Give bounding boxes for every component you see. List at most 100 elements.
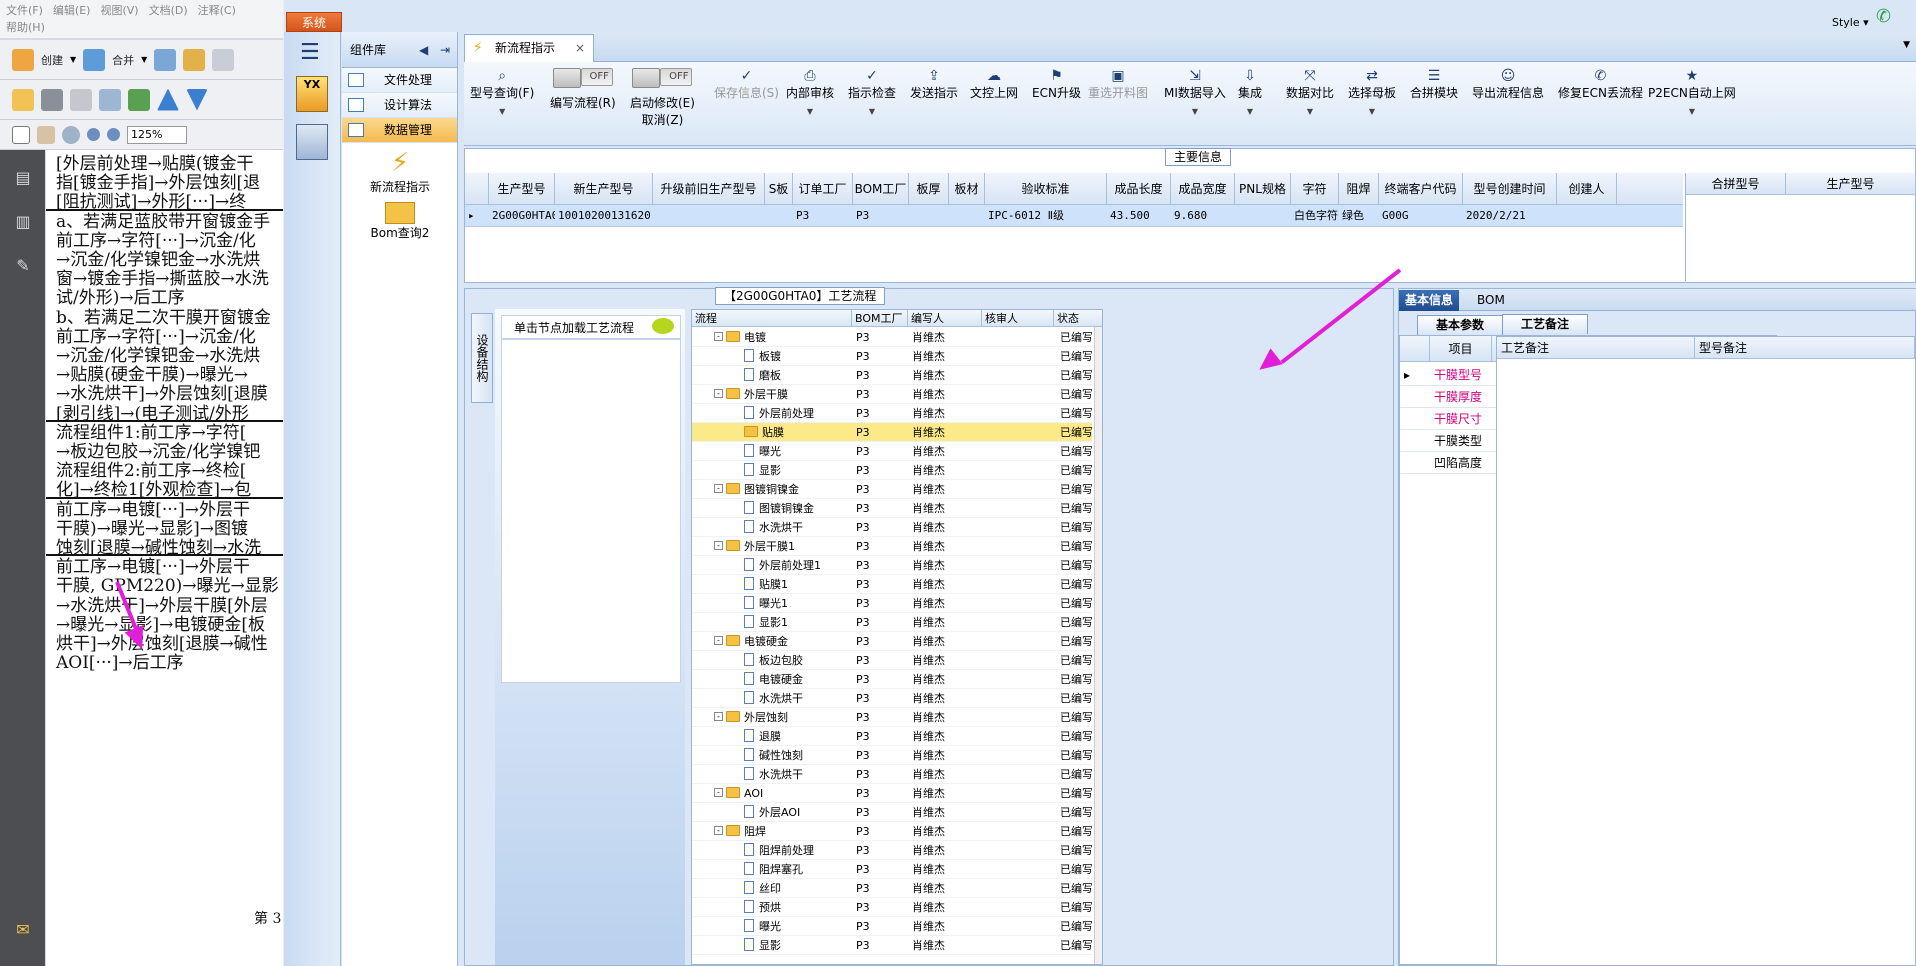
list-item[interactable]: 水洗烘干 P3 肖维杰 已编写 [692, 689, 1092, 708]
attachment-icon[interactable]: ✎ [13, 256, 33, 276]
list-item[interactable]: - 外层干膜 P3 肖维杰 已编写 [692, 385, 1092, 404]
zoom-in-icon[interactable] [107, 128, 120, 141]
lock-icon[interactable] [183, 48, 206, 71]
save-icon[interactable] [70, 88, 92, 111]
ribbon-button-12[interactable]: ⤧ 数据对比 ▼ [1286, 68, 1334, 116]
chevron-down-icon[interactable]: ▼ [470, 107, 534, 116]
tab-basic-info[interactable]: 基本信息 [1399, 290, 1460, 311]
ribbon-button-13[interactable]: ⇄ 选择母板 ▼ [1348, 68, 1396, 116]
column-header[interactable]: 成品宽度 [1171, 173, 1235, 204]
list-item[interactable]: 曝光 P3 肖维杰 已编写 [692, 917, 1092, 936]
expand-toggle-icon[interactable]: - [714, 826, 723, 835]
open-folder-icon[interactable] [12, 88, 34, 111]
list-item[interactable]: - 外层干膜1 P3 肖维杰 已编写 [692, 537, 1092, 556]
chevron-down-icon[interactable]: ▼ [141, 55, 147, 64]
column-header[interactable]: 创建人 [1557, 173, 1617, 204]
web-icon[interactable] [128, 88, 150, 111]
pin-icon[interactable]: ⇥ [440, 32, 450, 68]
list-item[interactable]: 电镀硬金 P3 肖维杰 已编写 [692, 670, 1092, 689]
ribbon-label[interactable]: 取消(Z) [642, 113, 684, 127]
ribbon-button-5[interactable]: ✓ 指示检查 ▼ [848, 68, 896, 116]
column-header[interactable]: 成品长度 [1107, 173, 1171, 204]
expand-toggle-icon[interactable]: - [714, 389, 723, 398]
ribbon-button-0[interactable]: ⌕ 型号查询(F) ▼ [470, 68, 534, 116]
expand-toggle-icon[interactable]: - [714, 332, 723, 341]
list-item[interactable]: 阻焊塞孔 P3 肖维杰 已编写 [692, 860, 1092, 879]
load-process-button[interactable]: 单击节点加载工艺流程 [501, 315, 681, 339]
yx-icon[interactable]: YX [296, 76, 328, 112]
list-item[interactable]: 外层AOI P3 肖维杰 已编写 [692, 803, 1092, 822]
column-header[interactable]: 字符 [1291, 173, 1339, 204]
column-header[interactable]: 型号创建时间 [1463, 173, 1557, 204]
tab-process-notes[interactable]: 工艺备注 [1502, 314, 1589, 334]
chevron-down-icon[interactable]: ▼ [1348, 107, 1396, 116]
create-button[interactable]: 创建 [41, 52, 63, 68]
bom-query-shortcut[interactable]: Bom查询2 [342, 202, 458, 241]
column-header[interactable]: 板材 [949, 173, 985, 204]
list-item[interactable]: 贴膜1 P3 肖维杰 已编写 [692, 575, 1092, 594]
ribbon-button-16[interactable]: ✆ 修复ECN丢流程 [1558, 68, 1643, 101]
list-item[interactable]: - AOI P3 肖维杰 已编写 [692, 784, 1092, 803]
column-header[interactable]: 编写人 [908, 310, 982, 326]
column-header[interactable]: PNL规格 [1235, 173, 1291, 204]
tab-equipment-structure[interactable]: 设备结构 [471, 313, 493, 403]
zoom-select[interactable]: 125% [127, 125, 187, 144]
menu-comment[interactable]: 注释(C) [198, 4, 236, 17]
off-toggle[interactable]: OFF [550, 68, 616, 88]
list-item[interactable]: 外层前处理1 P3 肖维杰 已编写 [692, 556, 1092, 575]
column-header[interactable]: 升级前旧生产型号 [653, 173, 765, 204]
ribbon-button-8[interactable]: ⚑ ECN升级 [1032, 68, 1081, 101]
column-header[interactable]: BOM工厂 [853, 173, 909, 204]
expand-toggle-icon[interactable]: - [714, 484, 723, 493]
tab-bom[interactable]: BOM [1471, 290, 1511, 311]
sign-icon[interactable] [212, 48, 235, 71]
bookmark-icon[interactable]: ▥ [13, 212, 33, 232]
expand-toggle-icon[interactable]: - [714, 636, 723, 645]
column-header[interactable]: 型号备注 [1695, 337, 1915, 358]
column-header[interactable]: 状态 [1054, 310, 1102, 326]
tabs-dropdown-icon[interactable]: ▼ [1903, 40, 1910, 50]
column-header[interactable]: 终端客户代码 [1379, 173, 1463, 204]
column-header[interactable]: 阻焊 [1339, 173, 1379, 204]
ribbon-button-15[interactable]: ☺ 导出流程信息 [1472, 68, 1544, 101]
zoom-tool-icon[interactable] [62, 125, 80, 144]
chevron-down-icon[interactable]: ▼ [786, 107, 834, 116]
tab-new-process[interactable]: ⚡ 新流程指示 × [464, 34, 594, 62]
column-header[interactable]: S板 [765, 173, 793, 204]
ribbon-button-17[interactable]: ★ P2ECN自动上网 ▼ [1648, 68, 1736, 116]
column-header[interactable]: 项目 [1430, 336, 1492, 361]
ribbon-button-4[interactable]: ⎙ 内部审核 ▼ [786, 68, 834, 116]
list-item[interactable]: 水洗烘干 P3 肖维杰 已编写 [692, 765, 1092, 784]
column-header[interactable]: 生产型号 [489, 173, 555, 204]
list-item[interactable]: - 电镀硬金 P3 肖维杰 已编写 [692, 632, 1092, 651]
component-file-processing[interactable]: 文件处理 [342, 68, 457, 93]
list-item[interactable]: 图镀铜镍金 P3 肖维杰 已编写 [692, 499, 1092, 518]
system-button[interactable]: 系统 [286, 12, 342, 32]
list-item[interactable]: 碱性蚀刻 P3 肖维杰 已编写 [692, 746, 1092, 765]
expand-toggle-icon[interactable]: - [714, 541, 723, 550]
ribbon-button-14[interactable]: ☰ 合拼模块 [1410, 68, 1458, 101]
close-icon[interactable]: × [575, 35, 585, 61]
list-item[interactable]: 贴膜 P3 肖维杰 已编写 [692, 423, 1092, 442]
off-toggle[interactable]: OFF [630, 68, 695, 88]
table-row[interactable]: ▸ 2G00G0HTA0 10010200131620 P3 P3 IPC-6012 Ⅱ级… [465, 205, 1683, 227]
chevron-down-icon[interactable]: ▼ [1286, 107, 1334, 116]
list-item[interactable]: 磨板 P3 肖维杰 已编写 [692, 366, 1092, 385]
column-header[interactable]: BOM工厂 [852, 310, 908, 326]
list-item[interactable]: 板边包胶 P3 肖维杰 已编写 [692, 651, 1092, 670]
component-design-algorithm[interactable]: 设计算法 [342, 93, 457, 118]
merge-icon[interactable] [83, 48, 106, 71]
list-item[interactable]: 外层前处理 P3 肖维杰 已编写 [692, 404, 1092, 423]
column-header[interactable]: 订单工厂 [793, 173, 853, 204]
create-icon[interactable] [12, 48, 34, 71]
column-header[interactable]: 合拼型号 [1686, 173, 1786, 194]
comment-icon[interactable]: ✉ [13, 920, 33, 940]
column-header[interactable]: 核审人 [982, 310, 1054, 326]
chevron-down-icon[interactable]: ▼ [1648, 107, 1736, 116]
ribbon-button-10[interactable]: ⇲ MI数据导入 ▼ [1164, 68, 1226, 116]
list-item[interactable]: 曝光 P3 肖维杰 已编写 [692, 442, 1092, 461]
hand-tool-icon[interactable] [37, 125, 55, 144]
style-menu[interactable]: Style ▾ [1832, 16, 1869, 29]
list-item[interactable]: 板镀 P3 肖维杰 已编写 [692, 347, 1092, 366]
list-item[interactable]: 水洗烘干 P3 肖维杰 已编写 [692, 518, 1092, 537]
